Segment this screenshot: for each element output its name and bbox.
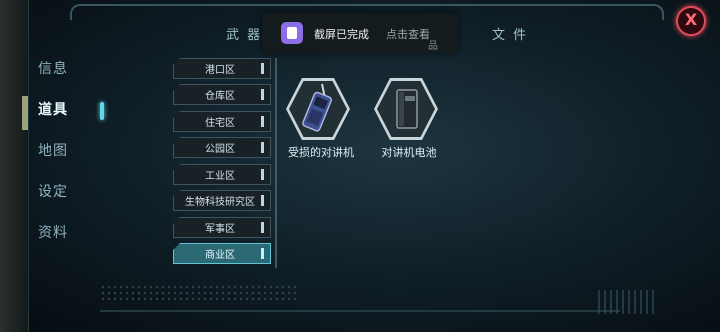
tab-weapons[interactable]: 武 器 [226,24,262,43]
item-slot-walkie-talkie[interactable]: 受损的对讲机 [286,78,356,159]
side-item-settings[interactable]: 设定 [38,177,108,218]
toast-tail-text: 品 [428,41,438,52]
side-item-label: 信息 [38,61,68,77]
side-item-label: 地图 [38,143,68,159]
zone-tick [261,63,264,74]
zone-label: 仓库区 [205,91,235,102]
frame-left-border [28,40,29,310]
side-item-label: 设定 [38,184,68,200]
zone-label: 港口区 [205,65,235,76]
side-item-label: 资料 [38,225,68,241]
tab-documents[interactable]: 文 件 [492,24,528,43]
zone-tick [261,89,264,100]
item-slot-battery[interactable]: 对讲机电池 [374,78,444,159]
battery-icon [396,89,418,129]
screenshot-toast[interactable]: 截屏已完成 点击查看 品 [262,13,458,53]
item-hex-frame [286,78,350,140]
left-edge-strip [0,0,29,332]
zone-tick [261,195,264,206]
item-name: 对讲机电池 [381,146,437,159]
close-icon: X [684,10,698,29]
zone-button-commercial[interactable]: 商业区 [173,243,271,264]
zone-label: 军事区 [205,224,235,235]
side-item-files[interactable]: 资料 [38,218,108,259]
decorative-dot-grid [100,284,300,304]
zone-label: 住宅区 [205,118,235,129]
screenshot-icon [281,22,303,44]
zone-button-industrial[interactable]: 工业区 [173,164,271,185]
toast-text: 截屏已完成 [314,28,369,41]
zone-label: 工业区 [205,171,235,182]
zone-button-biotech[interactable]: 生物科技研究区 [173,190,271,211]
toast-view-link[interactable]: 点击查看 [386,26,430,42]
zone-tick [261,248,264,259]
zone-tick [261,222,264,233]
list-divider [275,58,277,268]
side-item-info[interactable]: 信息 [38,54,108,95]
tab-label: 文 件 [492,28,529,43]
zone-label: 生物科技研究区 [185,197,255,208]
zone-label: 公园区 [205,144,235,155]
close-button[interactable]: X [676,6,706,36]
side-item-items[interactable]: 道具 [38,95,108,136]
tab-label: 武 器 [226,28,263,43]
active-indicator [100,102,104,120]
zone-tick [261,142,264,153]
zone-button-harbor[interactable]: 港口区 [173,58,271,79]
zone-tick [261,116,264,127]
zone-tick [261,169,264,180]
side-menu: 信息 道具 地图 设定 资料 [38,54,108,259]
side-item-label: 道具 [38,102,68,118]
walkie-talkie-icon [302,83,333,132]
zone-button-park[interactable]: 公园区 [173,137,271,158]
zone-button-residential[interactable]: 住宅区 [173,111,271,132]
decorative-bars [598,290,658,314]
zone-label: 商业区 [205,250,235,261]
item-name: 受损的对讲机 [288,146,354,159]
zone-button-warehouse[interactable]: 仓库区 [173,84,271,105]
side-item-map[interactable]: 地图 [38,136,108,177]
zone-button-military[interactable]: 军事区 [173,217,271,238]
item-hex-frame [374,78,438,140]
